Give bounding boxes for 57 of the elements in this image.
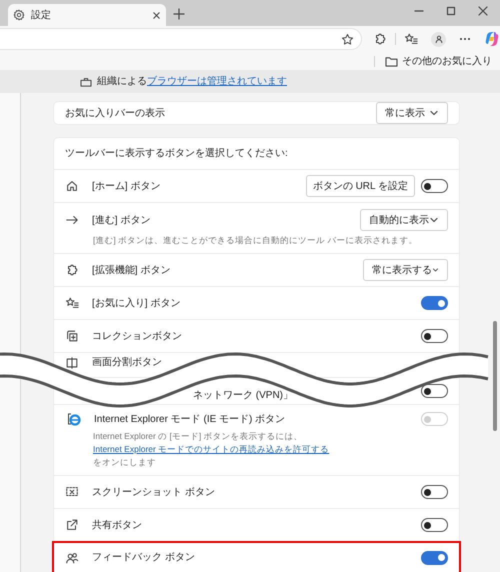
set-url-button[interactable]: ボタンの URL を設定 (306, 175, 415, 197)
puzzle-icon (65, 263, 79, 277)
setting-description: Internet Explorer の [モード] ボタンを表示するには、 Internet Explorer モードでのサイトの再読み込みを許可する をオンにします (92, 430, 330, 469)
setting-label: ネットワーク (VPN)」 (193, 389, 293, 403)
puzzle-icon (373, 32, 387, 46)
setting-label: コレクションボタン (92, 330, 182, 344)
other-favorites-button[interactable]: その他のお気に入り (385, 54, 492, 68)
setting-label: [お気に入り] ボタン (92, 296, 180, 310)
setting-label: 共有ボタン (92, 518, 142, 532)
setting-label: [ホーム] ボタン (92, 180, 160, 194)
close-icon[interactable] (152, 10, 161, 20)
chevron-down-icon (429, 108, 439, 118)
close-icon[interactable] (478, 6, 488, 16)
settings-icon (13, 9, 25, 21)
ie-logo-icon (65, 411, 81, 427)
briefcase-icon (80, 76, 92, 86)
toggle-switch[interactable] (421, 518, 448, 532)
home-icon (65, 179, 79, 193)
star-list-icon (65, 296, 79, 310)
toggle-switch[interactable] (421, 384, 448, 398)
maximize-icon[interactable] (446, 6, 456, 16)
section-heading: ツールバーに表示するボタンを選択してください: (65, 146, 288, 161)
setting-label: [進む] ボタン (92, 214, 150, 228)
folder-icon (385, 56, 398, 66)
dropdown[interactable]: 自動的に表示 (360, 209, 448, 231)
browser-tab[interactable]: 設定 (8, 4, 166, 26)
tab-title: 設定 (31, 8, 52, 22)
screenshot-icon (65, 485, 79, 499)
toggle-switch[interactable] (421, 296, 448, 310)
chevron-down-icon (429, 215, 439, 225)
collection-icon (65, 329, 79, 343)
managed-notice: 組織によるブラウザーは管理されています (97, 74, 287, 89)
more-icon[interactable] (459, 37, 471, 41)
toggle-switch[interactable] (421, 329, 448, 343)
toggle-switch[interactable] (421, 485, 448, 499)
star-icon[interactable] (341, 32, 354, 46)
dropdown[interactable]: 常に表示 (376, 102, 448, 124)
setting-label: Internet Explorer モード (IE モード) ボタン (94, 412, 286, 426)
setting-label: フィードバック ボタン (92, 551, 195, 565)
scrollbar-thumb[interactable] (493, 321, 497, 431)
managed-link[interactable]: ブラウザーは管理されています (147, 76, 287, 87)
star-list-icon (404, 32, 418, 46)
split-screen-icon (65, 356, 79, 370)
setting-label: お気に入りバーの表示 (65, 106, 165, 120)
feedback-icon (65, 550, 79, 564)
setting-label: 画面分割ボタン (92, 356, 162, 370)
profile-avatar[interactable] (431, 32, 446, 46)
toggle-switch[interactable] (421, 550, 448, 564)
toggle-switch[interactable] (421, 179, 448, 193)
arrow-right-icon (65, 213, 79, 227)
share-icon (65, 518, 79, 532)
copilot-logo-icon[interactable] (484, 31, 500, 47)
dropdown[interactable]: 常に表示する (363, 259, 448, 281)
setting-description: [進む] ボタンは、進むことができる場合に自動的にツール バーに表示されます。 (92, 234, 418, 247)
new-tab-icon[interactable] (173, 8, 185, 20)
setting-label: スクリーンショット ボタン (92, 486, 215, 500)
setting-label: [拡張機能] ボタン (92, 264, 170, 278)
